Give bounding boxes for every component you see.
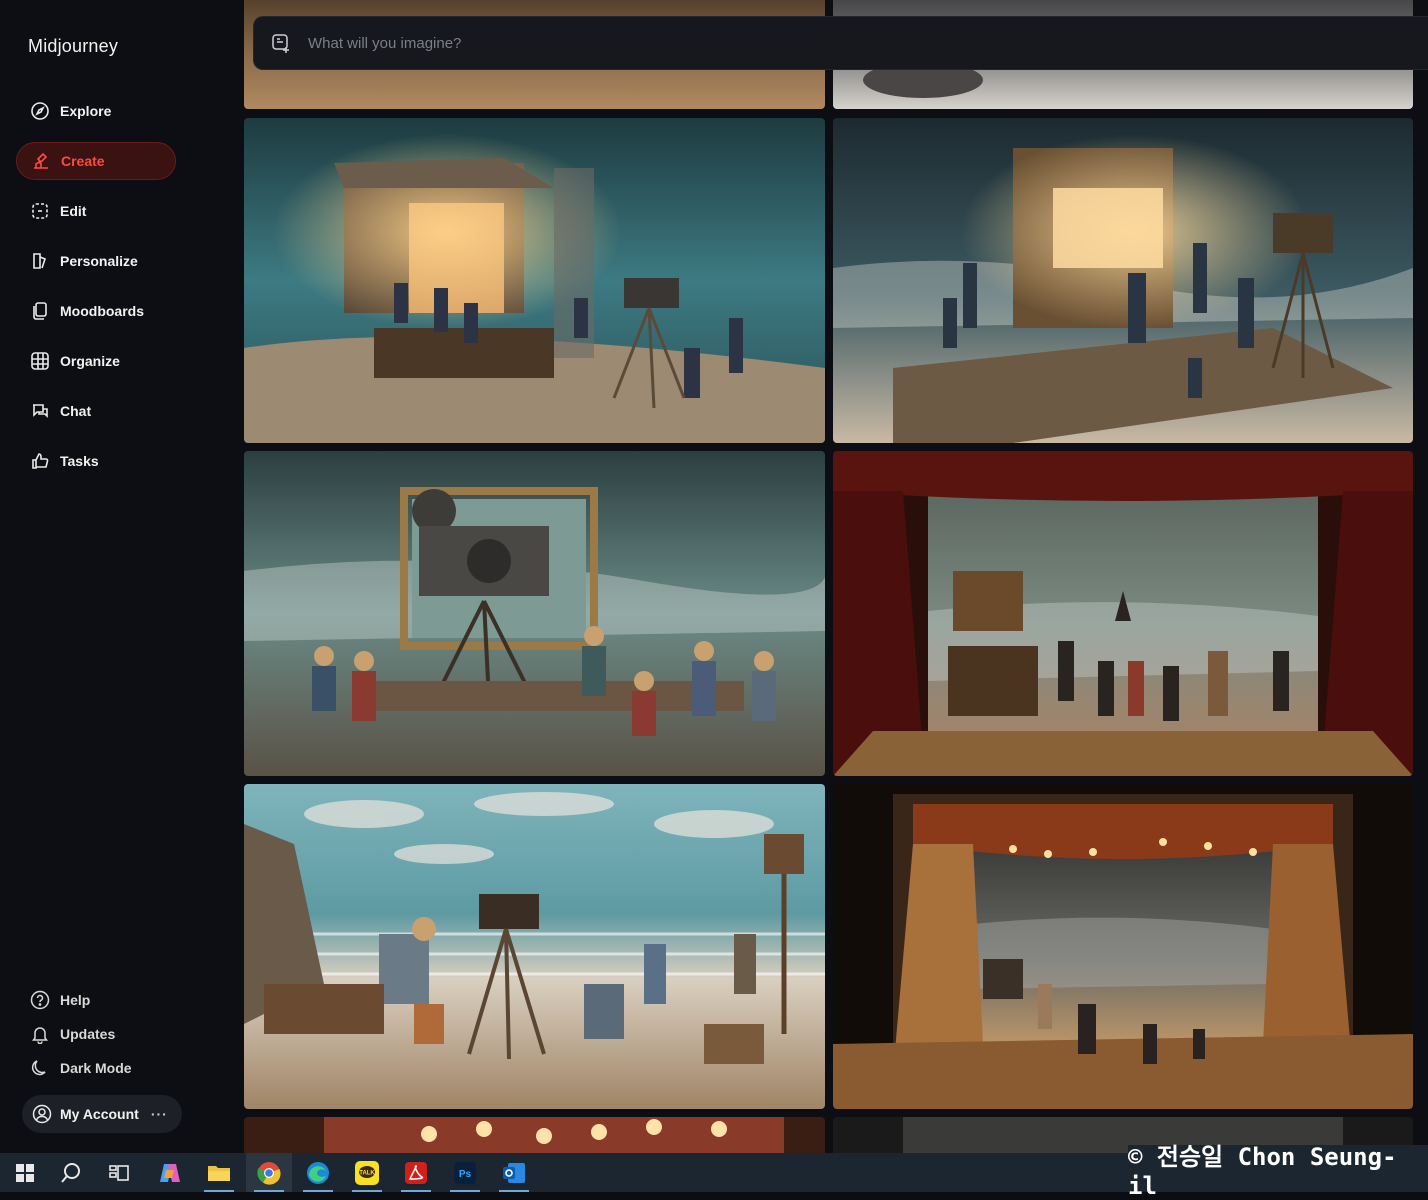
nav-tasks-label: Tasks: [60, 453, 99, 469]
nav-personalize-label: Personalize: [60, 253, 138, 269]
dark-mode-label: Dark Mode: [60, 1060, 132, 1076]
brand-logo[interactable]: Midjourney: [28, 36, 118, 57]
chrome-icon[interactable]: [246, 1153, 292, 1192]
gallery-image[interactable]: [244, 118, 825, 443]
image-gallery: [244, 0, 1428, 1153]
outlook-icon[interactable]: [491, 1153, 537, 1192]
help-icon: [30, 990, 50, 1010]
acrobat-icon[interactable]: [393, 1153, 439, 1192]
copilot-icon[interactable]: [147, 1153, 193, 1192]
prompt-input[interactable]: [308, 34, 1208, 52]
gallery-image[interactable]: [244, 451, 825, 776]
task-view-icon[interactable]: [96, 1153, 142, 1192]
nav-tasks[interactable]: Tasks: [16, 442, 176, 480]
edge-icon[interactable]: [295, 1153, 341, 1192]
file-explorer-icon[interactable]: [196, 1153, 242, 1192]
chat-icon: [33, 404, 48, 418]
midjourney-app: Midjourney Explore Create Edit Personali…: [0, 0, 1428, 1153]
kakaotalk-icon[interactable]: TALK: [344, 1153, 390, 1192]
thumbs-up-icon: [32, 453, 49, 469]
help-label: Help: [60, 992, 91, 1008]
nav-organize-label: Organize: [60, 353, 120, 369]
image-prompt-icon[interactable]: [270, 32, 292, 54]
nav-moodboards-label: Moodboards: [60, 303, 144, 319]
account-menu-icon[interactable]: ···: [151, 1106, 168, 1122]
moodboard-icon: [33, 302, 47, 320]
gallery-image[interactable]: [833, 118, 1413, 443]
nav-explore[interactable]: Explore: [16, 92, 176, 130]
windows-start-icon[interactable]: [2, 1153, 48, 1192]
sidebar: Midjourney Explore Create Edit Personali…: [0, 0, 244, 1153]
compass-icon: [31, 102, 49, 120]
help-link[interactable]: Help: [30, 990, 90, 1010]
nav-moodboards[interactable]: Moodboards: [16, 292, 176, 330]
personalize-icon: [33, 253, 46, 269]
user-circle-icon: [32, 1104, 52, 1124]
nav-chat-label: Chat: [60, 403, 92, 419]
dark-mode-toggle[interactable]: Dark Mode: [30, 1058, 132, 1078]
nav-organize[interactable]: Organize: [16, 342, 176, 380]
grid-icon: [31, 352, 49, 370]
edit-icon: [32, 203, 48, 219]
nav-create[interactable]: Create: [16, 142, 176, 180]
svg-text:Ps: Ps: [459, 1169, 472, 1180]
search-icon[interactable]: [48, 1153, 94, 1192]
my-account-button[interactable]: My Account ···: [22, 1095, 182, 1133]
prompt-bar[interactable]: [253, 16, 1428, 70]
gallery-image[interactable]: [244, 1117, 825, 1153]
gallery-image[interactable]: [244, 784, 825, 1109]
bell-icon: [32, 1027, 48, 1044]
nav-explore-label: Explore: [60, 103, 112, 119]
my-account-label: My Account: [60, 1106, 139, 1122]
updates-label: Updates: [60, 1026, 116, 1042]
gallery-image[interactable]: [833, 451, 1413, 776]
brush-icon: [34, 152, 48, 169]
svg-text:TALK: TALK: [359, 1170, 375, 1176]
nav-chat[interactable]: Chat: [16, 392, 176, 430]
nav-create-label: Create: [61, 153, 105, 169]
gallery-image[interactable]: [833, 784, 1413, 1109]
nav-edit-label: Edit: [60, 203, 87, 219]
moon-icon: [31, 1060, 46, 1076]
nav-personalize[interactable]: Personalize: [16, 242, 176, 280]
copyright-watermark: © 전승일 Chon Seung-il: [1128, 1143, 1428, 1200]
photoshop-icon[interactable]: Ps: [442, 1153, 488, 1192]
nav-edit[interactable]: Edit: [16, 192, 176, 230]
updates-link[interactable]: Updates: [30, 1024, 115, 1044]
